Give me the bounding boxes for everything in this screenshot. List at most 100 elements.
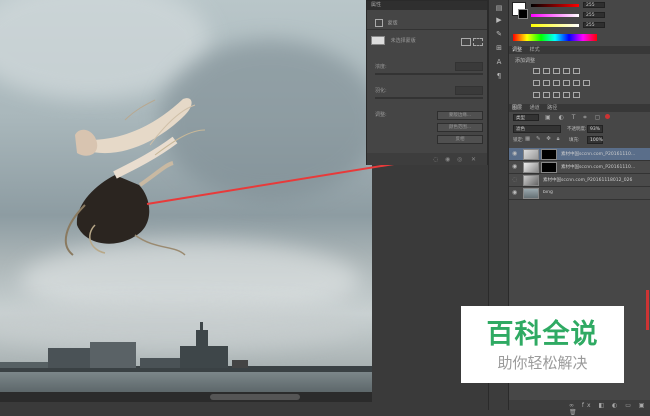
eye-icon[interactable]: ◌ <box>512 177 518 183</box>
hue-saturation-icon[interactable] <box>533 80 540 86</box>
black-white-icon[interactable] <box>553 80 560 86</box>
color-range-button[interactable]: 颜色范围... <box>437 123 483 132</box>
tab-styles[interactable]: 样式 <box>527 47 543 53</box>
levels-icon[interactable] <box>543 68 550 74</box>
lock-label: 锁定: <box>513 138 524 143</box>
threshold-icon[interactable] <box>553 92 560 98</box>
color-spectrum-ramp[interactable] <box>513 34 597 41</box>
red-slider[interactable] <box>531 4 579 7</box>
tab-paths[interactable]: 路径 <box>544 105 560 111</box>
brush-preset-icon[interactable]: ✎ <box>494 30 504 39</box>
properties-panel: 属性 蒙版 未选择蒙版 浓度: 羽化: 调整: 蒙版边缘... 颜色范围... … <box>366 0 488 165</box>
divider <box>367 29 487 30</box>
layer-name: bing <box>543 190 553 195</box>
add-pixel-mask-icon[interactable] <box>461 38 471 46</box>
eye-icon[interactable]: ◉ <box>512 151 518 157</box>
feather-field[interactable] <box>455 86 483 95</box>
red-value[interactable]: 255 <box>583 2 605 8</box>
green-slider[interactable] <box>531 14 579 17</box>
mask-label-row: 蒙版 <box>375 19 398 27</box>
vibrance-icon[interactable] <box>573 68 580 74</box>
lock-icons[interactable]: ▦ ✎ ✥ 🔒︎ <box>525 136 562 143</box>
layer-name: 素材中国sccnn.com_P20161110... <box>561 152 636 157</box>
feather-slider[interactable] <box>375 97 483 99</box>
feather-label: 羽化: <box>375 88 387 94</box>
selection-icon[interactable]: ◌ <box>433 156 438 163</box>
watermark-logo: 百科全说 助你轻松解决 <box>461 306 624 383</box>
paragraph-icon[interactable]: ¶ <box>494 72 504 81</box>
filter-kind-value: 类型 <box>516 116 525 121</box>
tab-layers[interactable]: 图层 <box>509 105 525 111</box>
character-icon[interactable]: A <box>494 58 504 67</box>
layer-thumbnail <box>523 149 539 160</box>
tab-adjustments[interactable]: 调整 <box>509 47 525 53</box>
layer-row[interactable]: ◌ 素材中国sccnn.com_P20161118012_026 <box>509 174 650 187</box>
invert-icon[interactable] <box>533 92 540 98</box>
color-lookup-icon[interactable] <box>583 80 590 86</box>
channel-mixer-icon[interactable] <box>573 80 580 86</box>
properties-title: 属性 <box>367 1 487 10</box>
history-icon[interactable]: ▤ <box>494 4 504 13</box>
blend-mode-value: 滤色 <box>516 127 525 132</box>
layer-name: 素材中国sccnn.com_P20161118012_026 <box>543 178 633 183</box>
layer-row[interactable]: ◉ 素材中国sccnn.com_P20161110... <box>509 161 650 174</box>
layer-name: 素材中国sccnn.com_P20161110... <box>561 165 636 170</box>
fill-label: 填充: <box>569 138 580 143</box>
exposure-icon[interactable] <box>563 68 570 74</box>
adjustments-tabbar: 调整 样式 <box>509 46 650 54</box>
background-color-swatch[interactable] <box>518 9 528 19</box>
mask-label: 蒙版 <box>387 20 398 27</box>
invert-button[interactable]: 反相 <box>437 135 483 144</box>
horizontal-scrollbar[interactable] <box>0 392 372 402</box>
actions-icon[interactable]: ▶ <box>494 16 504 25</box>
blue-value[interactable]: 255 <box>583 22 605 28</box>
scrollbar-thumb[interactable] <box>210 394 300 400</box>
posterize-icon[interactable] <box>543 92 550 98</box>
add-adjustment-label: 添加调整 <box>515 58 536 64</box>
layer-thumbnail <box>523 162 539 173</box>
density-label: 浓度: <box>375 64 387 70</box>
mask-edge-button[interactable]: 蒙版边缘... <box>437 111 483 120</box>
density-field[interactable] <box>455 62 483 71</box>
layers-footer: ∞ fx ◧ ◐ ▭ ▣ 🗑︎ <box>509 400 650 416</box>
curves-icon[interactable] <box>553 68 560 74</box>
layer-mask-thumbnail[interactable] <box>541 149 557 160</box>
photo-filter-icon[interactable] <box>563 80 570 86</box>
mask-thumb <box>371 36 385 45</box>
density-slider[interactable] <box>375 73 483 75</box>
layers-footer-icons[interactable]: ∞ fx ◧ ◐ ▭ ▣ 🗑︎ <box>569 402 650 416</box>
opacity-value[interactable]: 93% <box>587 125 603 133</box>
add-vector-mask-icon[interactable] <box>473 38 483 46</box>
layer-thumbnail <box>523 188 539 199</box>
layer-mask-thumbnail[interactable] <box>541 162 557 173</box>
mask-icon <box>375 19 383 27</box>
layer-thumbnail <box>523 175 539 186</box>
color-balance-icon[interactable] <box>543 80 550 86</box>
blue-slider[interactable] <box>531 24 579 27</box>
filter-toggle-icon[interactable] <box>605 114 610 119</box>
layer-row[interactable]: ◉ bing <box>509 187 650 200</box>
opacity-label: 不透明度: <box>567 127 587 132</box>
watermark-subtitle: 助你轻松解决 <box>497 354 588 372</box>
fill-value[interactable]: 100% <box>587 136 603 144</box>
brightness-icon[interactable] <box>533 68 540 74</box>
mask-none-row[interactable]: 未选择蒙版 <box>371 36 416 45</box>
filter-icons[interactable]: ▣ ◐ T ⌗ ▢ <box>545 114 603 122</box>
eye-icon[interactable]: ◉ <box>512 190 518 196</box>
gradient-map-icon[interactable] <box>573 92 580 98</box>
filter-kind-select[interactable]: 类型 <box>513 114 539 121</box>
blend-mode-select[interactable]: 滤色 <box>513 125 561 133</box>
selective-color-icon[interactable] <box>563 92 570 98</box>
clone-source-icon[interactable]: ⊞ <box>494 44 504 53</box>
visibility-icon[interactable]: ◎ <box>457 156 462 163</box>
layers-tabbar: 图层 通道 路径 <box>509 104 650 112</box>
layer-row[interactable]: ◉ 素材中国sccnn.com_P20161110... <box>509 148 650 161</box>
delete-mask-icon[interactable]: ✕ <box>471 156 476 163</box>
eye-icon[interactable]: ◉ <box>512 164 518 170</box>
green-value[interactable]: 255 <box>583 12 605 18</box>
refine-label: 调整: <box>375 112 387 118</box>
watermark-title: 百科全说 <box>486 319 599 350</box>
scroll-indicator <box>646 290 649 330</box>
apply-mask-icon[interactable]: ◉ <box>445 156 450 163</box>
tab-channels[interactable]: 通道 <box>527 105 543 111</box>
